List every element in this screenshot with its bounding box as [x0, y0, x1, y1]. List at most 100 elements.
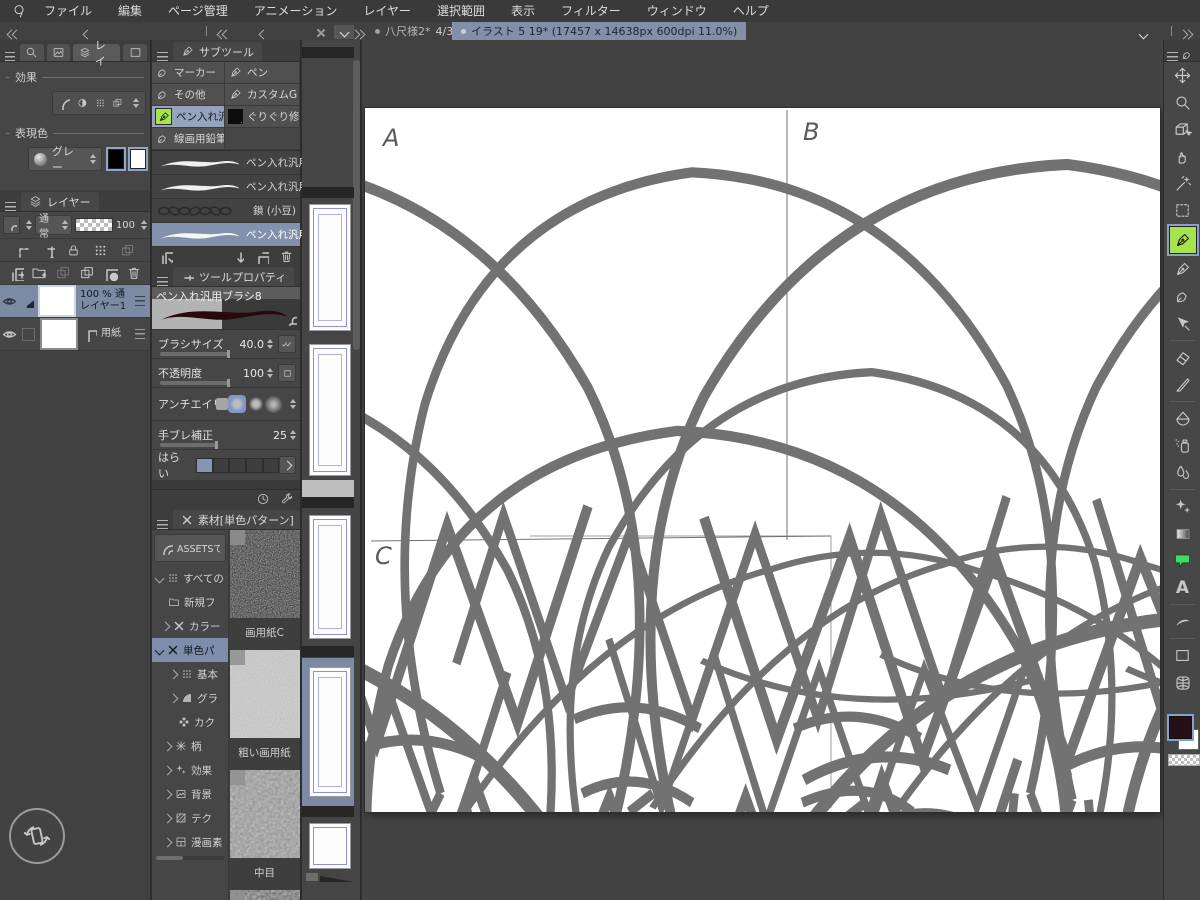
pagestrip-scrollbar[interactable] — [353, 60, 360, 350]
expression-color-select[interactable]: グレー — [28, 145, 102, 174]
material-item-chume[interactable]: 中目 — [229, 770, 300, 890]
menu-page-manage[interactable]: ページ管理 — [156, 0, 240, 22]
ruler-icon[interactable] — [40, 243, 56, 258]
tool-gradient-icon[interactable] — [1164, 520, 1200, 547]
tab-layers-active[interactable]: レイヤー — [21, 192, 99, 211]
effect-halfcolor-icon[interactable] — [77, 96, 88, 110]
toolbar-menu-icon[interactable] — [1167, 52, 1178, 61]
subtool-group-marker[interactable]: マーカー — [152, 62, 225, 84]
tree-manga-material[interactable]: 漫画素 — [152, 830, 228, 854]
aa-spinner[interactable] — [290, 399, 296, 409]
import-subtool-icon[interactable] — [229, 249, 244, 264]
canvas-viewport[interactable]: A B C — [362, 40, 1163, 900]
stabilize-slider[interactable] — [160, 441, 218, 449]
harai-option-3[interactable] — [229, 457, 247, 473]
new-layer-icon[interactable] — [8, 265, 24, 281]
tree-pattern[interactable]: 柄 — [152, 734, 228, 758]
tree-gradient[interactable]: グラ — [152, 686, 228, 710]
tool-hand-icon[interactable] — [1164, 143, 1200, 170]
tool-balloon-icon[interactable] — [1164, 547, 1200, 574]
material-item-arai-gayoshi[interactable]: 粗い画用紙 — [229, 650, 300, 770]
tree-kakeami[interactable]: カク — [152, 710, 228, 734]
unlock-icon[interactable] — [284, 313, 297, 326]
effects-spinner[interactable] — [133, 98, 139, 108]
page-thumbnail-5[interactable] — [310, 824, 350, 868]
harai-option-4[interactable] — [246, 457, 263, 473]
brush-row-chain[interactable]: 鎖 (小豆) — [152, 199, 300, 223]
layer-panel-menu-icon[interactable] — [5, 202, 16, 211]
page-thumbnail-4-selected[interactable] — [310, 668, 350, 796]
tool-object-icon[interactable] — [1164, 116, 1200, 143]
menu-help[interactable]: ヘルプ — [721, 0, 781, 22]
opacity-spinner[interactable] — [141, 220, 147, 230]
opacity-spinner2[interactable] — [267, 368, 273, 378]
rotate-canvas-fab[interactable] — [9, 808, 65, 864]
pagepanel-menu-icon[interactable] — [334, 25, 354, 39]
menu-animation[interactable]: アニメーション — [242, 0, 350, 22]
transparent-color-swatch[interactable] — [1168, 754, 1200, 766]
page-thumbnail-2[interactable] — [310, 345, 350, 475]
palette-spinner[interactable] — [26, 220, 33, 230]
merge-down-icon[interactable] — [79, 265, 95, 281]
tool-text-icon[interactable]: A — [1164, 574, 1200, 601]
tool-fill-icon[interactable] — [1164, 405, 1200, 432]
layer-visible-eye-icon[interactable] — [2, 329, 17, 340]
layer-row-1-selected[interactable]: 100 % 通 レイヤー1 — [0, 285, 150, 318]
brush-row-8-selected[interactable]: ペン入れ汎用ブラシ8 — [152, 223, 347, 247]
aa-mid-option[interactable] — [249, 397, 263, 411]
antialias-row[interactable]: アンチエイリ — [152, 388, 300, 421]
brush-size-slider[interactable] — [160, 350, 230, 358]
aa-weak-option-selected[interactable] — [228, 395, 246, 413]
brush-row-3[interactable]: ペン入れ汎用ブラシ3 — [152, 175, 347, 199]
layer-visible-eye-icon[interactable] — [2, 296, 17, 307]
panel-menu-icon[interactable] — [5, 52, 15, 61]
tool-eraser-icon[interactable] — [1164, 344, 1200, 371]
material-item-gayoshi-c[interactable]: 画用紙C — [229, 530, 300, 650]
white-swatch[interactable] — [127, 147, 149, 171]
app-logo-icon[interactable] — [8, 2, 30, 20]
harai-option-5[interactable] — [262, 457, 280, 473]
tool-magic-wand-icon[interactable] — [1164, 170, 1200, 197]
harai-expand-button[interactable] — [279, 456, 297, 474]
menu-selection[interactable]: 選択範囲 — [425, 0, 497, 22]
tool-zoom-icon[interactable] — [1164, 89, 1200, 116]
page-chip[interactable] — [302, 480, 354, 497]
mask-icon[interactable] — [119, 243, 136, 258]
harai-option-2[interactable] — [212, 457, 230, 473]
subtool-panel-menu-icon[interactable] — [157, 52, 168, 61]
tool-operation-icon[interactable] — [1164, 310, 1200, 337]
opacity-dynamics-button[interactable] — [278, 364, 296, 382]
tab-layer-property-active[interactable]: レイ — [73, 39, 121, 68]
menu-layer[interactable]: レイヤー — [351, 0, 423, 22]
subtool-group-pencil[interactable]: 線画用鉛筆 — [152, 128, 225, 150]
opacity-row[interactable]: 不透明度 100 — [152, 359, 300, 388]
tree-new-folder[interactable]: 新規フ — [152, 590, 228, 614]
page-thumbnail-3[interactable] — [310, 516, 350, 638]
menu-edit[interactable]: 編集 — [106, 0, 154, 22]
assets-search-button[interactable]: ASSETSで検索 — [154, 534, 226, 562]
opacity-slider[interactable] — [160, 379, 230, 387]
foreground-color-swatch[interactable] — [1167, 714, 1194, 741]
layer-opacity-slider[interactable] — [75, 218, 113, 232]
reset-defaults-icon[interactable] — [256, 492, 270, 506]
subtool-detail-wrench-icon[interactable] — [280, 492, 294, 506]
brush-size-row[interactable]: ブラシサイズ 40.0 — [152, 330, 300, 359]
tab-subview[interactable] — [46, 44, 71, 61]
tool-knife-icon[interactable] — [1164, 371, 1200, 398]
layer-palette-option[interactable] — [3, 216, 21, 234]
tree-effect[interactable]: 効果 — [152, 758, 228, 782]
blend-mode-select[interactable]: 通常 — [35, 214, 73, 240]
menu-window[interactable]: ウィンドウ — [635, 0, 719, 22]
layer1-thumbnail[interactable] — [38, 285, 76, 317]
tab-subtool-active[interactable]: サブツール — [173, 42, 262, 61]
canvas-page[interactable]: A B C — [365, 108, 1160, 812]
tree-mono-pattern-selected[interactable]: 単色パ — [152, 638, 228, 662]
tree-background[interactable]: 背景 — [152, 782, 228, 806]
black-swatch[interactable] — [105, 147, 126, 171]
harai-option-1[interactable] — [196, 457, 213, 473]
tab-material-active[interactable]: 素材[単色パターン] — [172, 510, 300, 529]
page-selected-wrap[interactable] — [302, 658, 354, 808]
brush-row-6[interactable]: ペン入れ汎用ブラシ6 — [152, 151, 347, 175]
transfer-down-icon[interactable] — [55, 265, 71, 281]
tab-navigator[interactable] — [19, 44, 44, 61]
